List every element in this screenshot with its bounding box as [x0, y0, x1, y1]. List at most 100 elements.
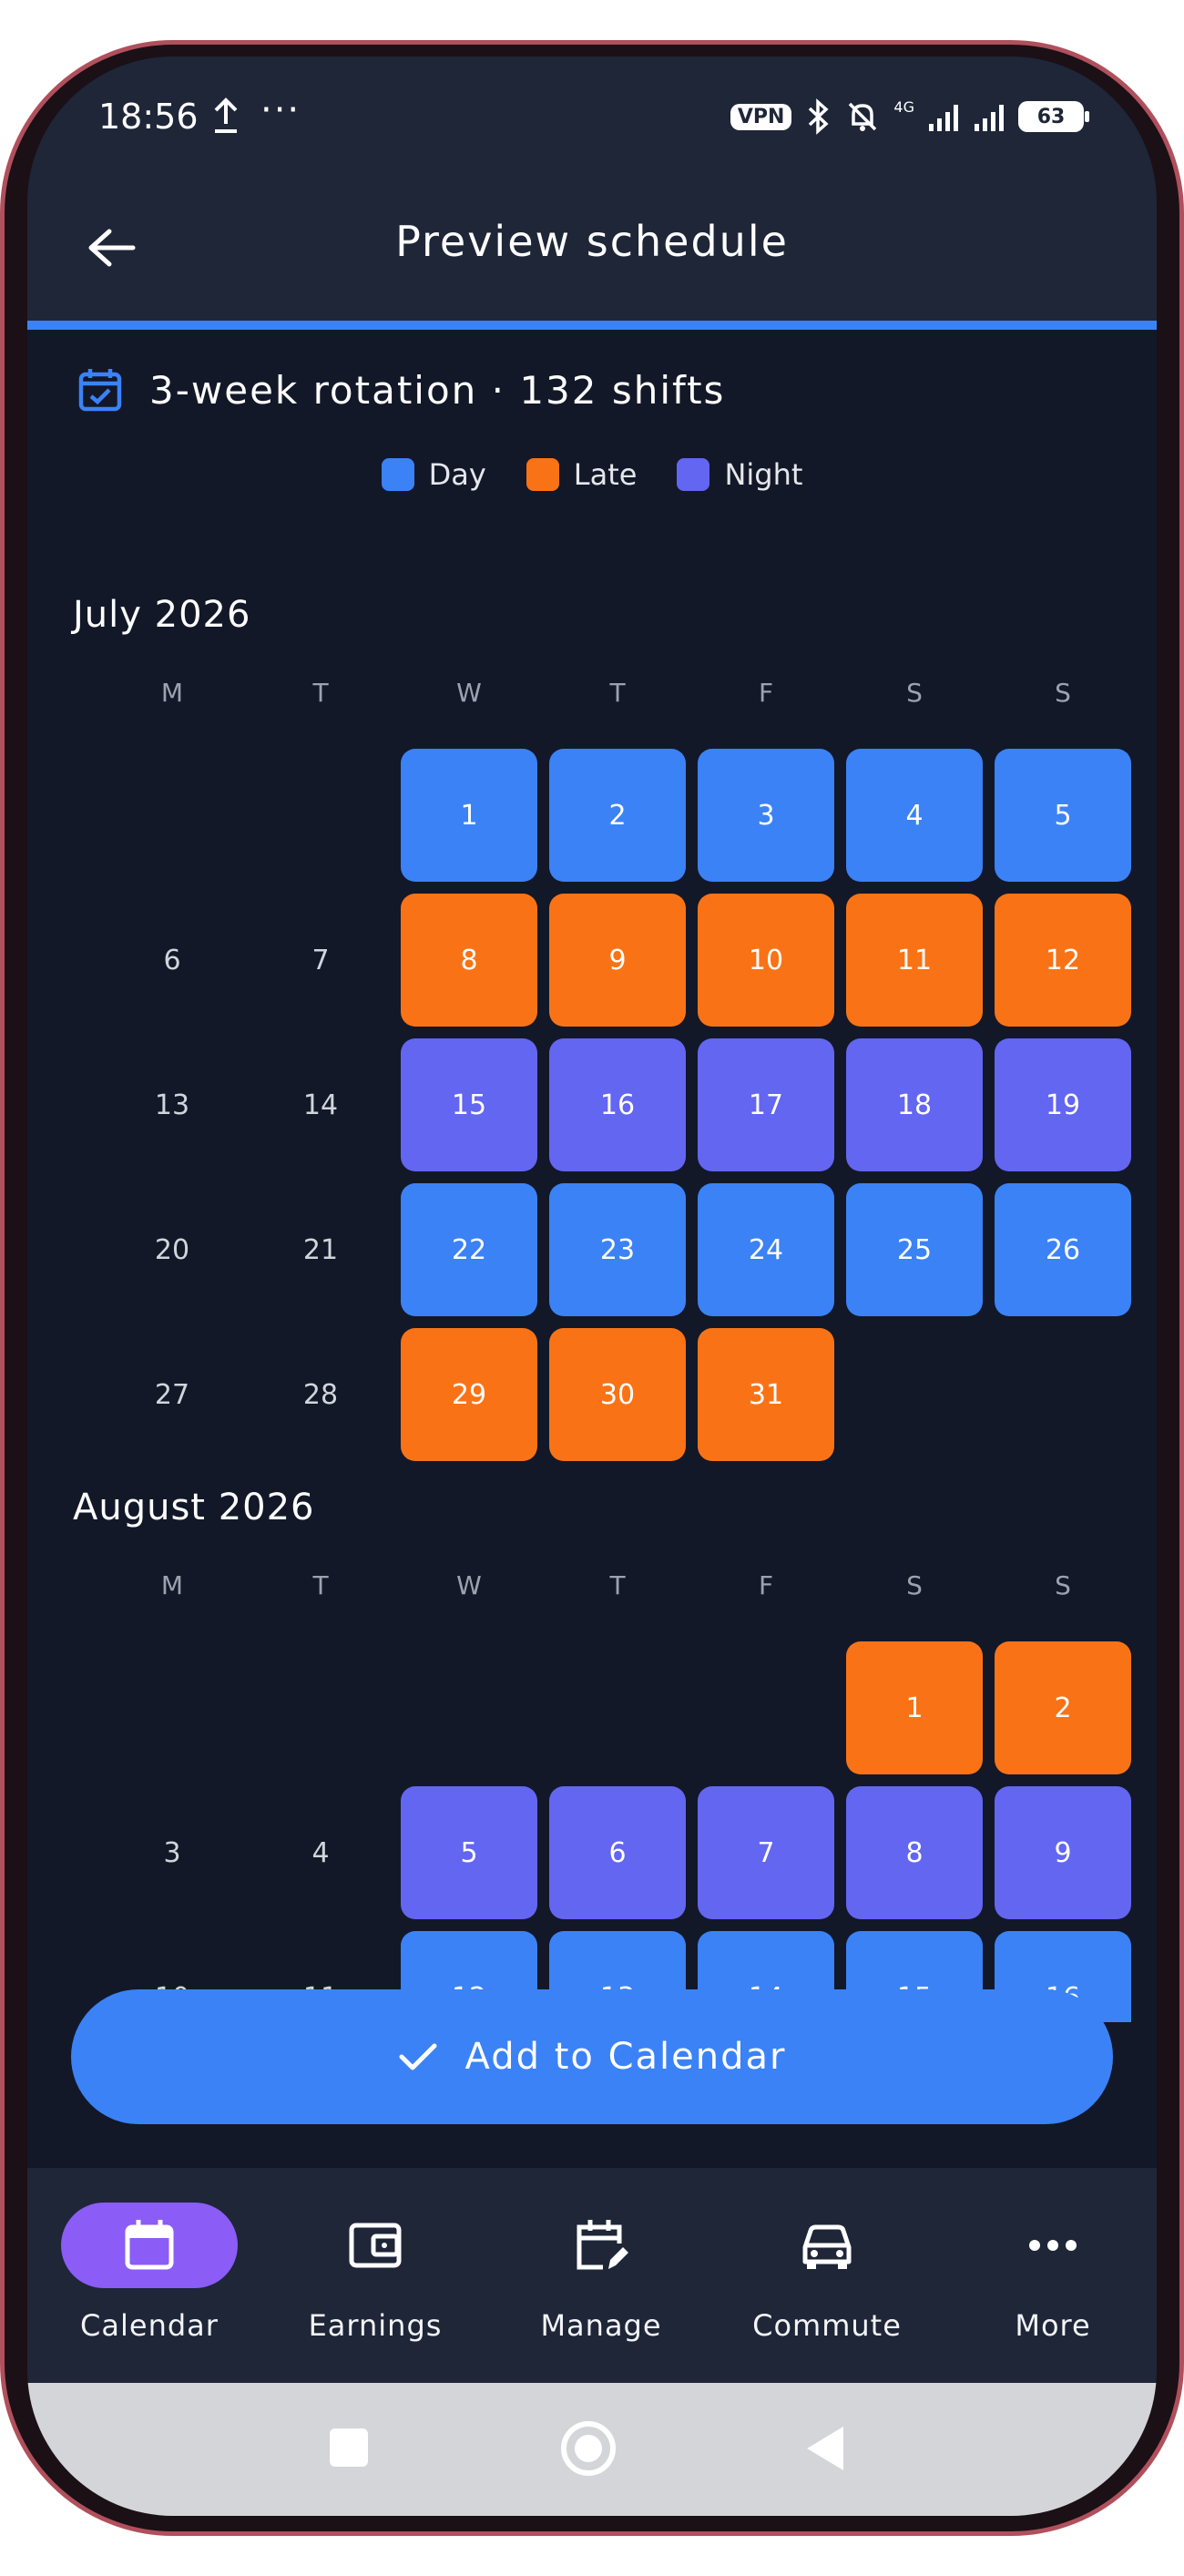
- day-cell-late-shift[interactable]: 9: [549, 894, 686, 1027]
- system-back-button[interactable]: [807, 2427, 843, 2470]
- day-cell-day-shift[interactable]: 22: [401, 1183, 537, 1316]
- legend-label: Late: [573, 457, 638, 492]
- day-number: 12: [1045, 944, 1081, 976]
- day-cell-off: 3: [104, 1786, 240, 1919]
- day-number: 20: [154, 1233, 190, 1266]
- legend-item-late: Late: [526, 457, 638, 492]
- day-number: 11: [896, 944, 933, 976]
- day-cell-late-shift[interactable]: 2: [995, 1641, 1131, 1774]
- weekday-label: S: [1055, 1570, 1071, 1600]
- day-cell-off: 13: [104, 1038, 240, 1171]
- day-cell-late-shift[interactable]: 11: [846, 894, 983, 1027]
- weekday-label: W: [456, 1570, 482, 1600]
- day-cell-day-shift[interactable]: 25: [846, 1183, 983, 1316]
- day-number: 23: [599, 1233, 636, 1266]
- home-button[interactable]: [561, 2421, 616, 2476]
- day-number: 4: [905, 799, 924, 832]
- day-number: 22: [451, 1233, 487, 1266]
- calendar-icon: [61, 2203, 238, 2288]
- check-icon: [399, 2043, 437, 2070]
- legend-item-day: Day: [381, 457, 486, 492]
- day-number: 5: [1054, 799, 1072, 832]
- month-title: August 2026: [73, 1487, 315, 1528]
- day-cell-night-shift[interactable]: 18: [846, 1038, 983, 1171]
- day-cell-late-shift[interactable]: 1: [846, 1641, 983, 1774]
- vpn-badge: VPN: [730, 103, 792, 130]
- day-cell-late-shift[interactable]: 29: [401, 1328, 537, 1461]
- calendar-scroll-area[interactable]: July 2026 M T W T F S S 1 2 3 4 5 6 7 8 9 10 11 12 13 14 15 16 1…: [27, 594, 1157, 2022]
- status-more-dots: ···: [260, 89, 301, 131]
- weekday-label: T: [312, 678, 329, 708]
- bluetooth-icon: [809, 98, 830, 135]
- day-cell-day-shift[interactable]: 3: [698, 749, 834, 882]
- day-number: 25: [896, 1233, 933, 1266]
- day-cell-late-shift[interactable]: 30: [549, 1328, 686, 1461]
- day-cell-late-shift[interactable]: 10: [698, 894, 834, 1027]
- nav-label: Calendar: [80, 2308, 219, 2343]
- day-cell-night-shift[interactable]: 17: [698, 1038, 834, 1171]
- day-cell-night-shift[interactable]: 16: [549, 1038, 686, 1171]
- weekday-label: T: [312, 1570, 329, 1600]
- bottom-navigation: Calendar Earnings Manage Commute More: [27, 2168, 1157, 2383]
- day-number: 2: [608, 799, 627, 832]
- legend-swatch: [677, 458, 710, 491]
- day-number: 27: [154, 1378, 190, 1411]
- day-cell-night-shift[interactable]: 7: [698, 1786, 834, 1919]
- day-cell-late-shift[interactable]: 31: [698, 1328, 834, 1461]
- day-cell-night-shift[interactable]: 15: [401, 1038, 537, 1171]
- legend-swatch: [381, 458, 414, 491]
- more-horizontal-icon: [965, 2203, 1141, 2288]
- nav-item-manage[interactable]: Manage: [492, 2203, 710, 2357]
- day-number: 19: [1045, 1089, 1081, 1121]
- add-to-calendar-button[interactable]: Add to Calendar: [71, 1989, 1113, 2124]
- status-bar: 18:56 ··· VPN 4G 63: [27, 56, 1157, 175]
- weekday-label: M: [160, 1570, 184, 1600]
- weekday-label: M: [160, 678, 184, 708]
- nav-label: Earnings: [308, 2308, 443, 2343]
- upload-icon: [214, 97, 238, 133]
- battery-level: 63: [1036, 105, 1066, 128]
- day-cell-day-shift[interactable]: 2: [549, 749, 686, 882]
- shift-legend: Day Late Night: [27, 457, 1157, 492]
- nav-item-more[interactable]: More: [944, 2203, 1157, 2357]
- day-number: 4: [311, 1836, 330, 1869]
- day-cell-day-shift[interactable]: 1: [401, 749, 537, 882]
- day-cell-night-shift[interactable]: 5: [401, 1786, 537, 1919]
- recents-button[interactable]: [330, 2428, 368, 2467]
- day-number: 16: [599, 1089, 636, 1121]
- weekday-label: F: [758, 1570, 774, 1600]
- signal-icon-secondary: [975, 105, 1004, 131]
- day-number: 6: [163, 944, 181, 976]
- day-cell-off: 28: [252, 1328, 389, 1461]
- day-cell-day-shift[interactable]: 24: [698, 1183, 834, 1316]
- day-cell-off: 4: [252, 1786, 389, 1919]
- day-number: 13: [154, 1089, 190, 1121]
- day-number: 21: [302, 1233, 339, 1266]
- nav-item-calendar[interactable]: Calendar: [40, 2203, 259, 2357]
- nav-item-commute[interactable]: Commute: [718, 2203, 936, 2357]
- day-number: 9: [608, 944, 627, 976]
- day-cell-night-shift[interactable]: 19: [995, 1038, 1131, 1171]
- day-cell-day-shift[interactable]: 4: [846, 749, 983, 882]
- weekday-label: T: [609, 678, 626, 708]
- day-cell-off: 14: [252, 1038, 389, 1171]
- day-cell-off: 20: [104, 1183, 240, 1316]
- day-number: 26: [1045, 1233, 1081, 1266]
- day-number: 6: [608, 1836, 627, 1869]
- day-number: 17: [748, 1089, 784, 1121]
- day-cell-night-shift[interactable]: 6: [549, 1786, 686, 1919]
- wallet-icon: [287, 2203, 464, 2288]
- day-cell-night-shift[interactable]: 9: [995, 1786, 1131, 1919]
- add-to-calendar-label: Add to Calendar: [464, 2036, 787, 2078]
- day-cell-day-shift[interactable]: 26: [995, 1183, 1131, 1316]
- day-cell-day-shift[interactable]: 5: [995, 749, 1131, 882]
- day-cell-night-shift[interactable]: 8: [846, 1786, 983, 1919]
- day-cell-late-shift[interactable]: 12: [995, 894, 1131, 1027]
- day-cell-off: 27: [104, 1328, 240, 1461]
- day-cell-day-shift[interactable]: 23: [549, 1183, 686, 1316]
- nav-item-earnings[interactable]: Earnings: [266, 2203, 485, 2357]
- day-number: 7: [757, 1836, 775, 1869]
- legend-label: Day: [428, 457, 486, 492]
- summary-text: 3-week rotation · 132 shifts: [149, 367, 726, 413]
- day-cell-late-shift[interactable]: 8: [401, 894, 537, 1027]
